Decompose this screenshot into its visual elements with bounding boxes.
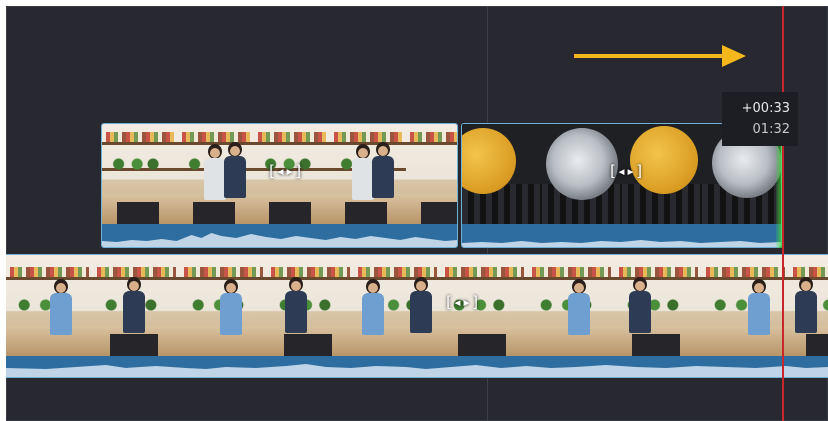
clip-kitchen-wide-shot[interactable]: [◂▸]: [6, 254, 828, 378]
clip-thumbnail: [354, 255, 441, 356]
clip-thumbnail: [6, 255, 93, 356]
clip-thumbnail: [180, 255, 267, 356]
clip-thumbnail: [528, 255, 615, 356]
clip-thumbnail: [789, 255, 828, 356]
clip-thumbnail: [702, 255, 789, 356]
timeline-panel[interactable]: [◂▸] [◂▸] [◂▸] +00:33 01:32: [6, 6, 828, 421]
trim-timecode-value: 01:32: [752, 122, 790, 137]
audio-waveform: [462, 224, 781, 247]
trim-offset-value: +00:33: [741, 101, 790, 116]
clip-thumbnail: [93, 255, 180, 356]
right-arrow-icon: [574, 45, 746, 67]
clip-thumbnail: [615, 255, 702, 356]
clip-kitchen-two-cooks[interactable]: [◂▸]: [101, 123, 458, 248]
clip-thumbnail: [406, 124, 457, 224]
trim-handle-icon[interactable]: [◂▸]: [444, 293, 480, 311]
playhead[interactable]: [782, 6, 784, 421]
clip-thumbnail: [102, 124, 178, 224]
audio-waveform: [6, 356, 828, 377]
clip-thumbnail: [178, 124, 254, 224]
trim-handle-icon[interactable]: [◂▸]: [608, 162, 644, 180]
trim-handle-icon[interactable]: [◂▸]: [267, 162, 303, 180]
clip-thumbnail: [330, 124, 406, 224]
clip-thumbnail: [267, 255, 354, 356]
clip-thumbnail: [462, 124, 542, 224]
trim-offset-tooltip: +00:33 01:32: [722, 92, 798, 146]
audio-waveform: [102, 224, 457, 247]
